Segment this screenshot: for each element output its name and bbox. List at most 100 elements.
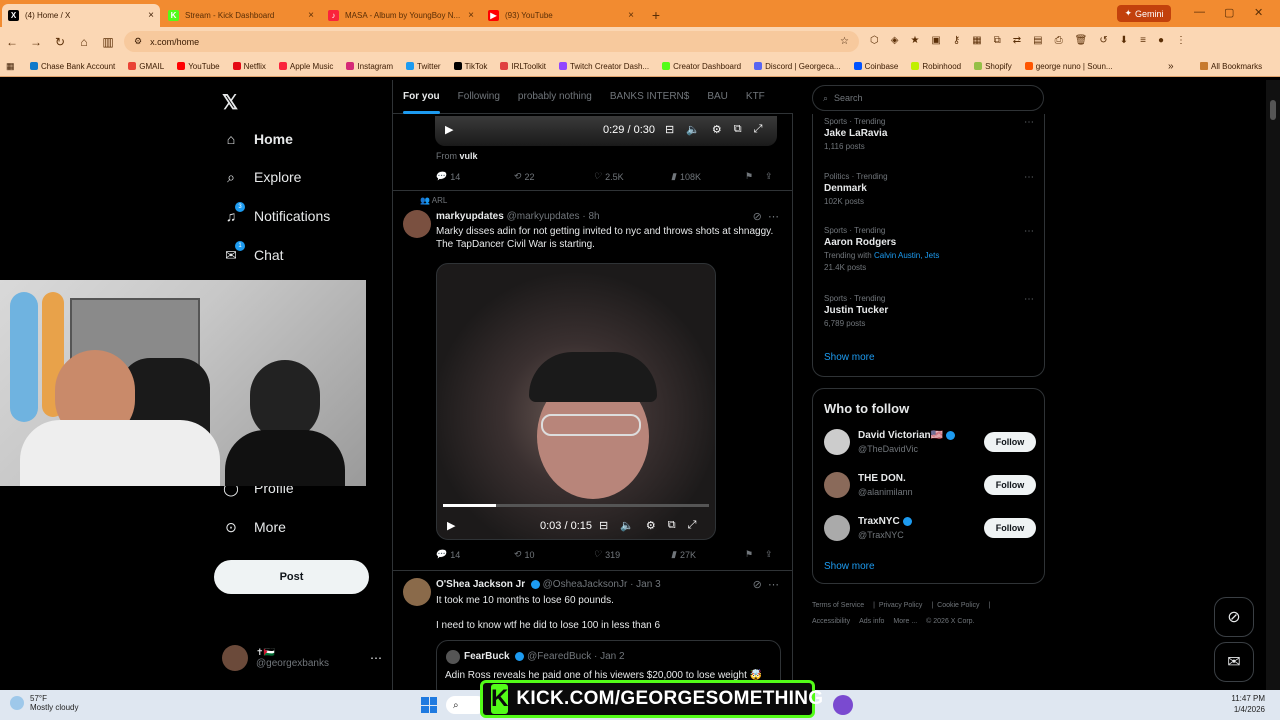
minimize-icon[interactable]: — [1194, 6, 1205, 18]
home-icon[interactable]: ⌂ [72, 35, 96, 49]
reply-button[interactable]: 💬 14 [435, 549, 513, 560]
tab-ktf[interactable]: KTF [746, 91, 765, 102]
play-icon[interactable]: ▶ [445, 123, 453, 136]
footer-link[interactable]: Privacy Policy [879, 602, 923, 609]
settings-icon[interactable]: ⚙ [646, 519, 656, 532]
author-name[interactable]: O'Shea Jackson Jr [436, 579, 525, 590]
browser-tab[interactable]: K Stream - Kick Dashboard × [162, 4, 320, 27]
more-dots-icon[interactable]: ⋯ [1024, 172, 1034, 183]
browser-tab[interactable]: ♪ MASA - Album by YoungBoy N... × [322, 4, 480, 27]
new-tab-button[interactable]: + [646, 5, 666, 25]
extension-icon[interactable]: ⧉ [994, 35, 1001, 46]
back-icon[interactable]: ← [0, 35, 24, 49]
bookmark-item[interactable]: YouTube [177, 62, 220, 71]
tab-banks-interns[interactable]: BANKS INTERN$ [610, 91, 689, 102]
url-field[interactable]: ⚙ x.com/home ☆ [124, 31, 859, 52]
fullscreen-icon[interactable]: ⤢ [754, 123, 763, 136]
nav-item-notifications[interactable]: ♫ 3 Notifications [222, 202, 330, 225]
views-button[interactable]: ▮ 108K [671, 171, 745, 182]
bookmark-item[interactable]: Shopify [974, 62, 1012, 71]
more-dots-icon[interactable]: ⋯ [1024, 294, 1034, 305]
bookmark-star-icon[interactable]: ☆ [840, 36, 849, 47]
grok-icon[interactable]: ⊘ [753, 579, 762, 591]
reload-icon[interactable]: ↻ [48, 35, 72, 49]
grok-button[interactable]: ⊘ [1214, 597, 1254, 637]
download-icon[interactable]: ⬇ [1120, 35, 1128, 46]
bookmark-item[interactable]: GMAIL [128, 62, 164, 71]
views-button[interactable]: ▮ 27K [671, 549, 745, 560]
tab-probably-nothing[interactable]: probably nothing [518, 91, 592, 102]
reply-button[interactable]: 💬 14 [435, 171, 513, 182]
follow-button[interactable]: Follow [984, 518, 1036, 538]
nav-item-more[interactable]: ⊙ More [222, 518, 286, 536]
tab-for-you[interactable]: For you [403, 91, 440, 114]
bookmark-item[interactable]: TikTok [453, 62, 487, 71]
tweet-video[interactable]: ▶ 0:03 / 0:15 ⊟ 🔈 ⚙ ⧉ ⤢ [436, 263, 716, 540]
close-tab-icon[interactable]: × [628, 10, 634, 21]
trending-with-link[interactable]: Calvin Austin, Jets [874, 251, 939, 260]
system-clock[interactable]: 11:47 PM 1/4/2026 [1220, 693, 1265, 715]
extension-icon[interactable]: ▣ [931, 35, 940, 46]
bookmark-item[interactable]: Apple Music [278, 62, 333, 71]
captions-icon[interactable]: ⊟ [665, 123, 674, 136]
chevron-right-icon[interactable]: » [1168, 61, 1174, 72]
trend-item[interactable]: Sports · Trending Aaron Rodgers Trending w… [824, 226, 1034, 272]
bookmark-item[interactable]: Robinhood [911, 62, 961, 71]
more-dots-icon[interactable]: ⋯ [768, 211, 779, 223]
follow-suggestion[interactable]: TraxNYC @TraxNYC Follow [824, 511, 1036, 545]
split-view-icon[interactable]: ▥ [96, 35, 120, 49]
trend-item[interactable]: Sports · Trending Justin Tucker 6,789 post… [824, 294, 1034, 328]
avatar[interactable] [403, 578, 431, 606]
bookmark-item[interactable]: Chase Bank Account [30, 62, 115, 71]
nav-item-chat[interactable]: ✉ 1 Chat [222, 241, 284, 264]
trash-icon[interactable]: 🗑 [1075, 35, 1088, 46]
extension-icon[interactable]: ⚷ [953, 35, 960, 46]
share-icon[interactable]: ⇪ [765, 549, 773, 560]
share-icon[interactable]: ⇪ [765, 171, 773, 182]
bookmark-item[interactable]: Coinbase [853, 62, 898, 71]
extension-icon[interactable]: ⇄ [1013, 35, 1021, 46]
follow-button[interactable]: Follow [984, 432, 1036, 452]
show-more-link[interactable]: Show more [824, 352, 875, 363]
bookmark-item[interactable]: Discord | Georgeca... [754, 62, 841, 71]
quote-author-name[interactable]: FearBuck [464, 651, 510, 662]
repost-button[interactable]: ⟲ 22 [513, 171, 593, 182]
scrollbar[interactable] [1266, 80, 1280, 690]
pip-icon[interactable]: ⧉ [668, 519, 676, 532]
video-progress-bar[interactable] [443, 504, 709, 507]
close-tab-icon[interactable]: × [148, 10, 154, 21]
from-name[interactable]: vulk [460, 151, 478, 161]
apps-grid-icon[interactable]: ▦ [6, 61, 15, 72]
bookmark-item[interactable]: george nuno | Soun... [1024, 62, 1113, 71]
more-dots-icon[interactable]: ⋯ [768, 579, 779, 591]
bookmark-item[interactable]: Creator Dashboard [662, 62, 741, 71]
scrollbar-thumb[interactable] [1270, 100, 1276, 120]
footer-link[interactable]: Cookie Policy [937, 602, 979, 609]
follow-suggestion[interactable]: David Victorian🇺🇸 @TheDavidVic Follow [824, 425, 1036, 459]
print-icon[interactable]: ⎙ [1055, 35, 1063, 46]
tab-bau[interactable]: BAU [707, 91, 728, 102]
follow-suggestion[interactable]: THE DON. @alanimilann Follow [824, 468, 1036, 502]
settings-icon[interactable]: ⚙ [712, 123, 722, 136]
close-window-icon[interactable]: ✕ [1254, 6, 1263, 19]
extension-icon[interactable]: ▦ [972, 35, 981, 46]
bookmark-item[interactable]: Twitter [406, 62, 441, 71]
history-icon[interactable]: ↺ [1099, 35, 1107, 46]
profile-avatar-icon[interactable]: ● [1158, 35, 1164, 46]
footer-link[interactable]: More ... [893, 618, 917, 625]
close-tab-icon[interactable]: × [468, 10, 474, 21]
fullscreen-icon[interactable]: ⤢ [688, 519, 697, 532]
bookmark-icon[interactable]: ⚑ [745, 171, 765, 182]
bookmark-item[interactable]: Twitch Creator Dash... [558, 62, 649, 71]
author-name[interactable]: markyupdates [436, 211, 504, 222]
captions-icon[interactable]: ⊟ [599, 519, 608, 532]
like-button[interactable]: ♡ 319 [593, 549, 671, 560]
account-switcher[interactable]: ✝🇵🇸 @georgexbanks ⋯ [222, 645, 382, 671]
follow-button[interactable]: Follow [984, 475, 1036, 495]
bookmark-item[interactable]: Instagram [346, 62, 393, 71]
like-button[interactable]: ♡ 2.5K [593, 171, 671, 182]
menu-icon[interactable]: ≡ [1140, 35, 1146, 46]
show-more-link[interactable]: Show more [824, 561, 875, 572]
close-tab-icon[interactable]: × [308, 10, 314, 21]
browser-tab[interactable]: ▶ (93) YouTube × [482, 4, 640, 27]
